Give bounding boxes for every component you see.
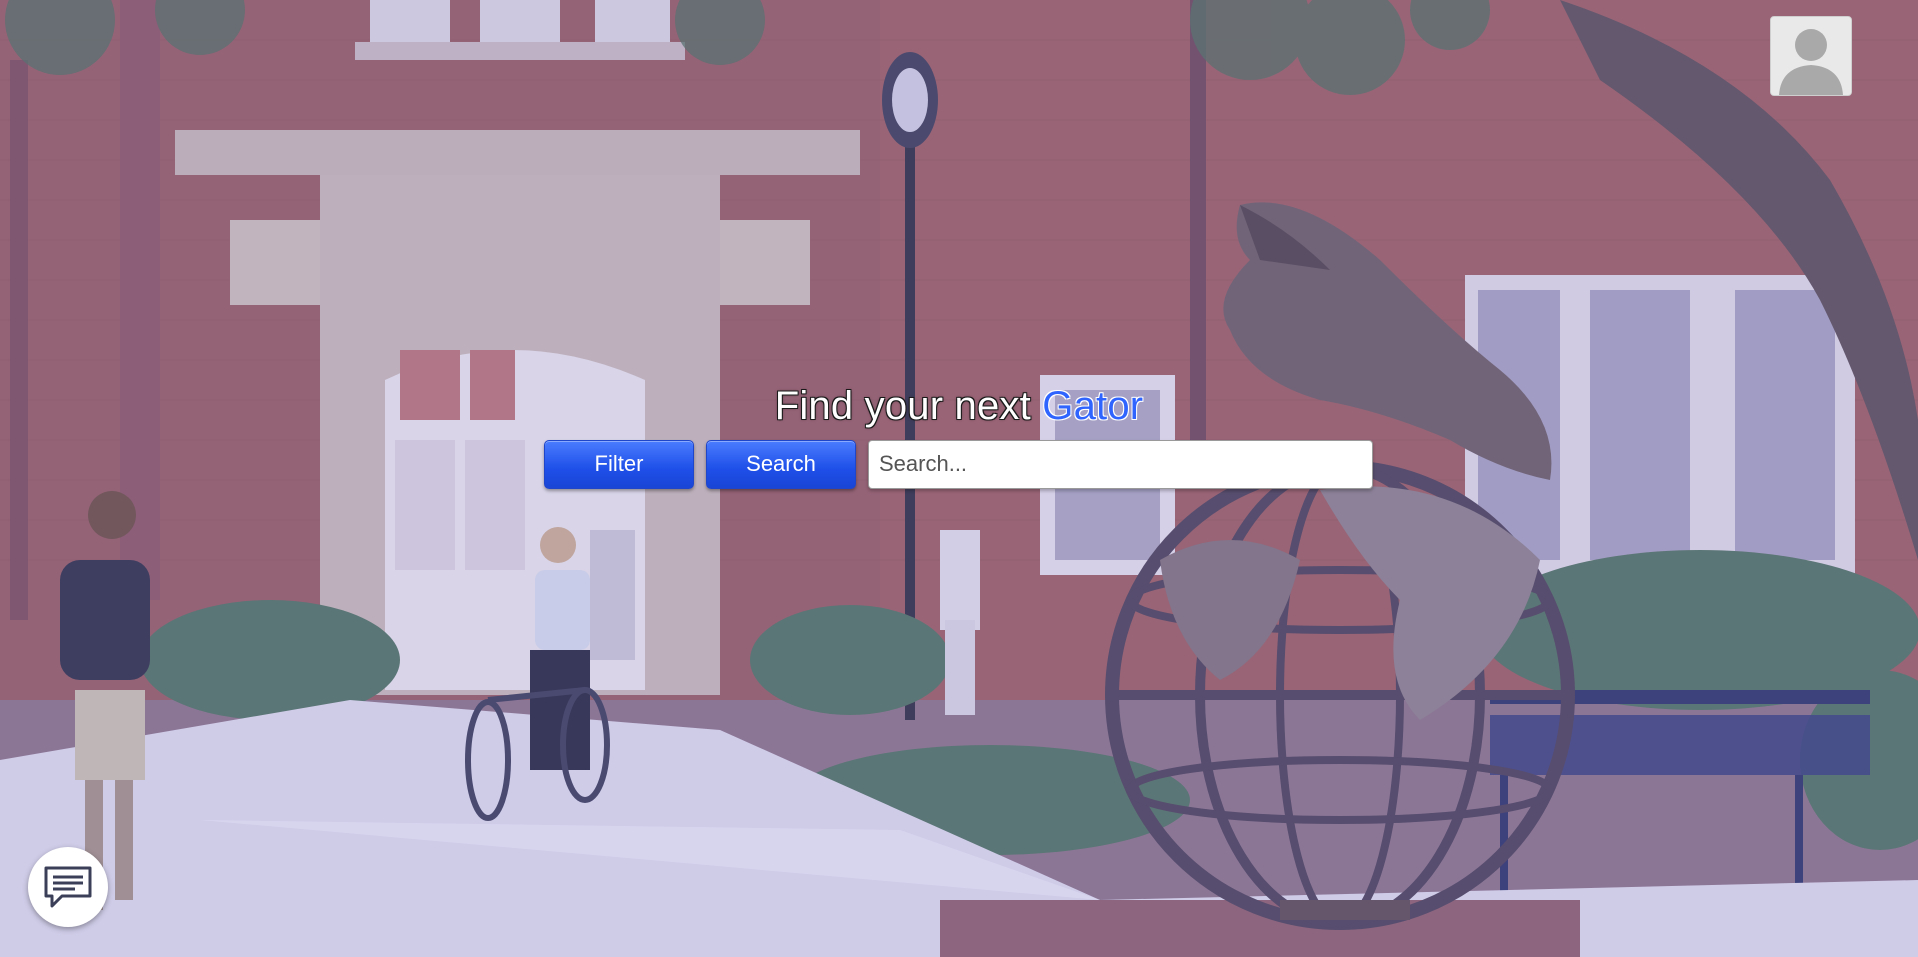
search-input[interactable] bbox=[868, 439, 1373, 489]
hero-title-accent: Gator bbox=[1042, 384, 1144, 428]
profile-avatar-button[interactable] bbox=[1770, 16, 1852, 96]
chat-bubble-icon bbox=[44, 866, 92, 908]
search-bar: Filter Search bbox=[544, 439, 1373, 489]
landing-page: Find your next Gator Filter Search bbox=[0, 0, 1918, 957]
user-avatar-icon bbox=[1771, 17, 1851, 95]
hero-title: Find your next Gator bbox=[0, 378, 1918, 434]
filter-button[interactable]: Filter bbox=[544, 439, 694, 489]
hero-title-prefix: Find your next bbox=[774, 384, 1043, 428]
search-button[interactable]: Search bbox=[706, 439, 856, 489]
chat-widget-button[interactable] bbox=[28, 847, 108, 927]
